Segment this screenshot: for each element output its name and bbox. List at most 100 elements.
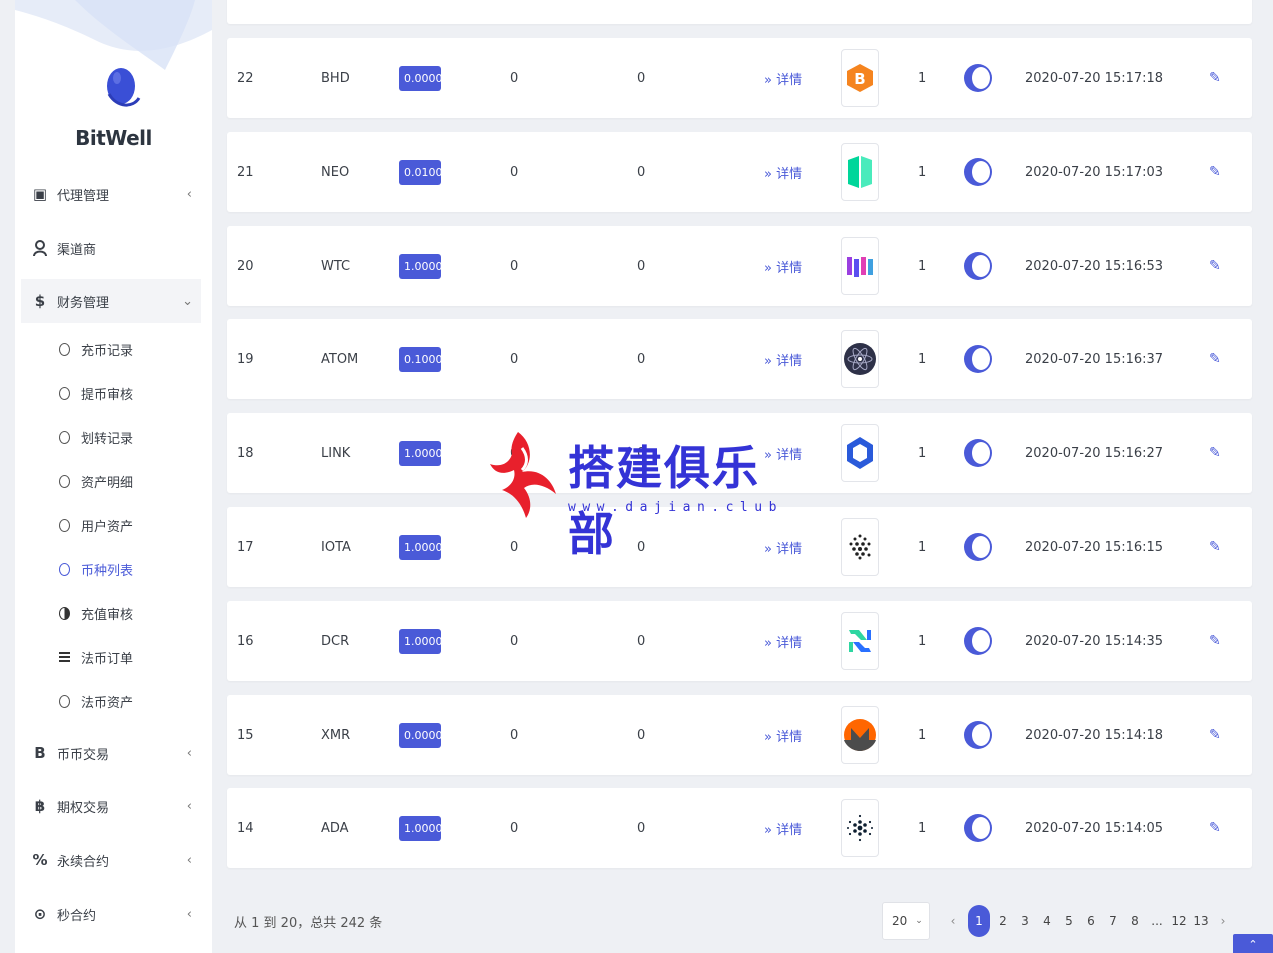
table-row: 22 BHD 0.0000 0 0 » 详情 B 1 2020-07-20 15:17:18 ✎ xyxy=(227,38,1252,118)
chevron-down-icon: ⌄ xyxy=(915,916,923,926)
prev-page-button[interactable]: ‹ xyxy=(942,914,964,928)
detail-link[interactable]: » 详情 xyxy=(764,38,802,118)
menu-label: 财务管理 xyxy=(57,295,110,311)
row-symbol: ADA xyxy=(321,820,349,836)
edit-icon[interactable]: ✎ xyxy=(1209,633,1221,649)
page-button[interactable]: 12 xyxy=(1168,914,1190,928)
dollar-icon: $ xyxy=(34,292,46,310)
row-value-b: 0 xyxy=(637,445,646,461)
page-button[interactable]: 13 xyxy=(1190,914,1212,928)
edit-icon[interactable]: ✎ xyxy=(1209,820,1221,836)
page-button[interactable]: 4 xyxy=(1036,914,1058,928)
detail-link[interactable]: » 详情 xyxy=(764,788,802,868)
status-toggle[interactable] xyxy=(964,252,992,280)
fee-badge: 1.0000 xyxy=(399,440,443,466)
edit-icon[interactable]: ✎ xyxy=(1209,164,1221,180)
status-toggle[interactable] xyxy=(964,158,992,186)
page-button[interactable]: 3 xyxy=(1014,914,1036,928)
row-id: 15 xyxy=(237,727,254,743)
edit-icon[interactable]: ✎ xyxy=(1209,727,1221,743)
submenu-transfer-records[interactable]: 划转记录 xyxy=(59,419,133,455)
detail-link[interactable]: » 详情 xyxy=(764,413,802,493)
page-size-select[interactable]: 20 ⌄ xyxy=(882,902,930,940)
edit-icon[interactable]: ✎ xyxy=(1209,351,1221,367)
coin-logo-cell xyxy=(841,695,879,775)
status-toggle[interactable] xyxy=(964,345,992,373)
menu-perpetual-contract[interactable]: % 永续合约 ‹ xyxy=(15,838,212,882)
submenu-asset-details[interactable]: 资产明细 xyxy=(59,463,133,499)
menu-finance[interactable]: $ 财务管理 ⌄ xyxy=(21,279,201,323)
status-toggle[interactable] xyxy=(964,439,992,467)
status-toggle[interactable] xyxy=(964,64,992,92)
row-symbol: XMR xyxy=(321,727,351,743)
brand-name: BitWell xyxy=(75,126,152,150)
circle-icon xyxy=(59,562,70,576)
edit-icon[interactable]: ✎ xyxy=(1209,539,1221,555)
row-id: 21 xyxy=(237,164,254,180)
submenu-currency-list[interactable]: 币种列表 xyxy=(59,551,133,587)
row-symbol: DCR xyxy=(321,633,350,649)
page-ellipsis: ... xyxy=(1151,914,1163,928)
menu-second-contract[interactable]: ⊙ 秒合约 ‹ xyxy=(15,892,212,936)
table-row: 20 WTC 1.0000 0 0 » 详情 1 2020-07-20 15:16:53 ✎ xyxy=(227,226,1252,306)
row-id: 19 xyxy=(237,351,254,367)
status-toggle-cell xyxy=(964,695,992,775)
edit-cell: ✎ xyxy=(1209,132,1221,212)
page-button[interactable]: 2 xyxy=(992,914,1014,928)
row-timestamp: 2020-07-20 15:17:03 xyxy=(1025,164,1164,180)
status-toggle[interactable] xyxy=(964,533,992,561)
bitcoin-b-icon: B xyxy=(34,744,46,762)
row-flag: 1 xyxy=(918,351,927,367)
page-button[interactable]: 5 xyxy=(1058,914,1080,928)
page-button[interactable]: 8 xyxy=(1124,914,1146,928)
row-symbol: LINK xyxy=(321,445,351,461)
detail-link[interactable]: » 详情 xyxy=(764,319,802,399)
circle-icon xyxy=(59,430,70,444)
status-toggle-cell xyxy=(964,788,992,868)
detail-link[interactable]: » 详情 xyxy=(764,226,802,306)
edit-icon[interactable]: ✎ xyxy=(1209,70,1221,86)
edit-icon[interactable]: ✎ xyxy=(1209,258,1221,274)
menu-spot-trading[interactable]: B 币币交易 ‹ xyxy=(15,731,212,775)
row-symbol: BHD xyxy=(321,70,350,86)
status-toggle[interactable] xyxy=(964,627,992,655)
submenu-label: 充值审核 xyxy=(81,607,134,623)
page-button[interactable]: 7 xyxy=(1102,914,1124,928)
half-circle-icon xyxy=(59,606,70,620)
fee-badge: 0.0000 xyxy=(399,722,443,748)
back-to-top-button[interactable]: ⌃ xyxy=(1233,934,1273,953)
submenu-user-assets[interactable]: 用户资产 xyxy=(59,507,133,543)
submenu-deposit-records[interactable]: 充币记录 xyxy=(59,331,133,367)
fee-cell: 1.0000 xyxy=(399,226,443,306)
row-timestamp: 2020-07-20 15:16:15 xyxy=(1025,539,1164,555)
chevron-left-icon: ‹ xyxy=(186,798,192,814)
edit-cell: ✎ xyxy=(1209,788,1221,868)
page-button[interactable]: 6 xyxy=(1080,914,1102,928)
fee-badge: 0.0000 xyxy=(399,65,443,91)
next-page-button[interactable]: › xyxy=(1212,914,1234,928)
row-flag: 1 xyxy=(918,820,927,836)
wtc-logo-icon xyxy=(841,237,879,295)
percent-icon: % xyxy=(32,851,48,869)
edit-icon[interactable]: ✎ xyxy=(1209,445,1221,461)
brand-logo-icon xyxy=(107,68,141,107)
status-toggle[interactable] xyxy=(964,814,992,842)
submenu-fiat-orders[interactable]: 法币订单 xyxy=(59,639,133,675)
menu-channel[interactable]: 渠道商 xyxy=(15,226,212,270)
menu-options-trading[interactable]: ฿ 期权交易 ‹ xyxy=(15,784,212,828)
menu-label: 渠道商 xyxy=(57,242,97,258)
page-button[interactable]: 1 xyxy=(968,905,990,937)
coin-logo-cell: B xyxy=(841,38,879,118)
detail-link[interactable]: » 详情 xyxy=(764,695,802,775)
submenu-fiat-assets[interactable]: 法币资产 xyxy=(59,683,133,719)
detail-link[interactable]: » 详情 xyxy=(764,507,802,587)
fee-cell: 1.0000 xyxy=(399,413,443,493)
menu-agent-management[interactable]: ▣ 代理管理 ‹ xyxy=(15,172,212,216)
detail-link[interactable]: » 详情 xyxy=(764,132,802,212)
submenu-withdraw-review[interactable]: 提币审核 xyxy=(59,375,133,411)
status-toggle[interactable] xyxy=(964,721,992,749)
submenu-recharge-review[interactable]: 充值审核 xyxy=(59,595,133,631)
fee-badge: 1.0000 xyxy=(399,815,443,841)
row-symbol: WTC xyxy=(321,258,351,274)
detail-link[interactable]: » 详情 xyxy=(764,601,802,681)
